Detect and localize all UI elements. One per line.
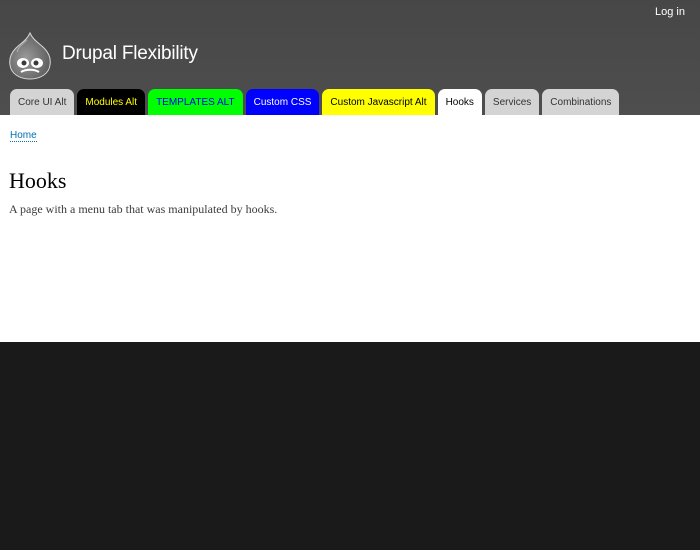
tab-core-ui-alt[interactable]: Core UI Alt [10, 89, 75, 115]
tab-services[interactable]: Services [484, 89, 540, 115]
tab-custom-css[interactable]: Custom CSS [245, 89, 320, 115]
tab-modules-alt[interactable]: Modules Alt [77, 89, 146, 115]
page-title: Hooks [9, 168, 67, 193]
tab-combinations[interactable]: Combinations [542, 89, 620, 115]
main-content: Home Hooks A page with a menu tab that w… [0, 115, 700, 342]
page-footer-area [0, 342, 700, 550]
login-link[interactable]: Log in [655, 6, 685, 18]
tab-custom-javascript-alt[interactable]: Custom Javascript Alt [322, 89, 435, 115]
tab-templates-alt[interactable]: TEMPLATES ALT [148, 89, 243, 115]
drupal-drop-icon [9, 31, 51, 80]
tab-hooks[interactable]: Hooks [437, 89, 482, 115]
primary-menu-tabs: Core UI Alt Modules Alt TEMPLATES ALT Custo… [10, 89, 620, 115]
drupal-logo-icon[interactable] [9, 31, 51, 80]
breadcrumb-home-link[interactable]: Home [10, 130, 37, 142]
site-name-link[interactable]: Drupal Flexibility [62, 43, 198, 65]
site-header: Log in Drupal Flexibility Core UI Alt Mod… [0, 0, 700, 115]
page-body-text: A page with a menu tab that was manipula… [9, 202, 278, 216]
